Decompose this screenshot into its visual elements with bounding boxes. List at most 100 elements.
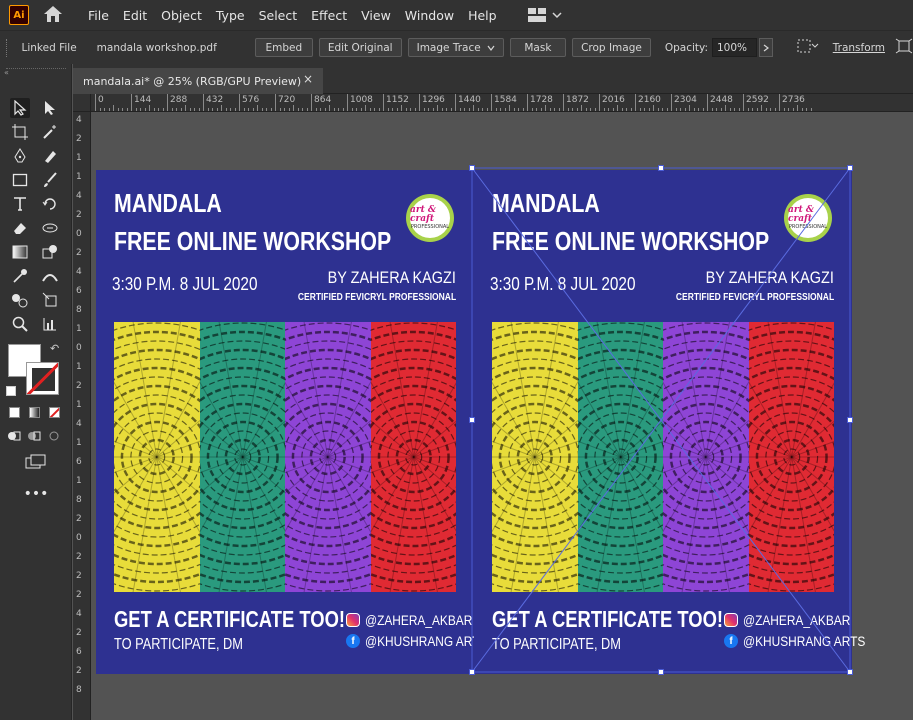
menu-window[interactable]: Window: [398, 8, 461, 23]
resize-handle-top-left[interactable]: [469, 165, 475, 171]
default-colors-icon[interactable]: [6, 386, 16, 396]
swap-fill-stroke-icon[interactable]: ↶: [50, 342, 59, 355]
menu-effect[interactable]: Effect: [304, 8, 354, 23]
slice-icon[interactable]: [40, 290, 60, 310]
eyedropper-icon[interactable]: [10, 266, 30, 286]
ruler-h-tick: [270, 108, 272, 111]
ruler-v-label: 6: [76, 457, 82, 467]
ruler-v-label: 0: [76, 343, 82, 353]
close-icon[interactable]: ×: [303, 72, 313, 86]
linked-file-name[interactable]: mandala workshop.pdf: [89, 42, 225, 54]
resize-handle-bottom[interactable]: [658, 669, 664, 675]
opacity-input[interactable]: 100%: [712, 38, 758, 57]
menu-view[interactable]: View: [354, 8, 398, 23]
width-tool-icon[interactable]: [40, 218, 60, 238]
curvature-icon[interactable]: [40, 146, 60, 166]
paintbrush-icon[interactable]: [40, 170, 60, 190]
image-trace-button[interactable]: Image Trace: [407, 38, 504, 57]
direct-selection-icon[interactable]: [40, 98, 60, 118]
draw-inside-icon[interactable]: [46, 428, 62, 444]
resize-handle-bottom-left[interactable]: [469, 669, 475, 675]
ruler-v-label: 1: [76, 172, 82, 182]
ruler-h-tick: [333, 108, 335, 111]
gradient-icon[interactable]: [10, 242, 30, 262]
art-craft-badge-logo: art & craft PROFESSIONAL: [406, 194, 454, 242]
vertical-ruler[interactable]: 4211420246810121416182022242628: [73, 112, 91, 720]
gradient-mode-icon[interactable]: [26, 404, 42, 420]
ruler-h-tick: [311, 94, 312, 111]
menu-object[interactable]: Object: [154, 8, 209, 23]
draw-normal-icon[interactable]: [6, 428, 22, 444]
ruler-h-tick: [113, 105, 114, 111]
resize-handle-top[interactable]: [658, 165, 664, 171]
none-mode-icon[interactable]: [46, 404, 62, 420]
collapse-icon[interactable]: «: [4, 68, 9, 77]
ruler-h-tick: [558, 108, 560, 111]
ruler-h-label: 1008: [350, 95, 373, 105]
ruler-h-tick: [446, 108, 447, 111]
draw-behind-icon[interactable]: [26, 428, 42, 444]
blend-icon[interactable]: [40, 266, 60, 286]
ruler-v-label: 4: [76, 419, 82, 429]
embed-button[interactable]: Embed: [254, 38, 313, 57]
control-bar-grip[interactable]: [6, 38, 10, 57]
rotate-tool-icon[interactable]: [40, 194, 60, 214]
workspace-switcher[interactable]: [527, 8, 562, 22]
mask-button[interactable]: Mask: [509, 38, 567, 57]
artboard-tool-icon[interactable]: [10, 122, 30, 142]
resize-handle-top-right[interactable]: [847, 165, 853, 171]
magic-wand-icon[interactable]: [40, 122, 60, 142]
home-icon[interactable]: [43, 5, 63, 26]
fill-stroke-icon[interactable]: ↶: [6, 342, 64, 400]
ruler-h-tick: [810, 108, 812, 111]
menu-type[interactable]: Type: [209, 8, 252, 23]
resize-handle-right[interactable]: [847, 417, 853, 423]
rectangle-tool-icon[interactable]: [10, 170, 30, 190]
more-tools-icon[interactable]: •••: [24, 484, 49, 504]
type-tool-icon[interactable]: [10, 194, 30, 214]
edit-original-button[interactable]: Edit Original: [318, 38, 402, 57]
tab-document[interactable]: mandala.ai* @ 25% (RGB/GPU Preview) ×: [73, 68, 323, 94]
color-mode-icon[interactable]: [6, 404, 22, 420]
mandala-strip-purple: [663, 322, 749, 592]
document-tab-bar: mandala.ai* @ 25% (RGB/GPU Preview) ×: [73, 64, 913, 94]
align-options-icon[interactable]: [797, 39, 819, 56]
zoom-icon[interactable]: [10, 314, 30, 334]
ruler-v-label: 4: [76, 609, 82, 619]
ruler-h-tick: [383, 94, 384, 111]
ruler-h-tick: [266, 108, 267, 111]
canvas[interactable]: MANDALA FREE ONLINE WORKSHOP art & craft…: [91, 112, 913, 720]
pen-tool-icon[interactable]: [10, 146, 30, 166]
tools-panel-grip[interactable]: [6, 68, 66, 72]
ruler-h-tick: [221, 105, 222, 111]
eraser-icon[interactable]: [10, 218, 30, 238]
resize-handle-bottom-right[interactable]: [847, 669, 853, 675]
ruler-h-tick: [783, 108, 785, 111]
ruler-origin[interactable]: [73, 94, 91, 112]
shape-builder-icon[interactable]: [40, 242, 60, 262]
opacity-arrow-button[interactable]: [759, 38, 773, 57]
screen-mode-icon[interactable]: [24, 452, 48, 472]
menu-edit[interactable]: Edit: [116, 8, 154, 23]
ruler-h-tick: [207, 108, 209, 111]
selection-tool-icon[interactable]: [10, 98, 30, 118]
placed-image-poster[interactable]: MANDALA FREE ONLINE WORKSHOP art & craft…: [474, 170, 865, 674]
resize-handle-left[interactable]: [469, 417, 475, 423]
ruler-v-label: 1: [76, 476, 82, 486]
symbol-sprayer-icon[interactable]: [10, 290, 30, 310]
ruler-h-tick: [369, 108, 371, 111]
horizontal-ruler[interactable]: 0 144 288 432 576 720 864 1008 1152 1296 1440 1584 1…: [91, 94, 913, 112]
linked-file-label[interactable]: Linked File: [14, 42, 85, 54]
graph-icon[interactable]: [40, 314, 60, 334]
transform-link[interactable]: Transform: [825, 42, 893, 54]
menu-help[interactable]: Help: [461, 8, 504, 23]
instagram-handle-text: @ZAHERA_AKBAR: [743, 612, 851, 628]
poster-artwork[interactable]: MANDALA FREE ONLINE WORKSHOP art & craft…: [96, 170, 487, 674]
crop-image-button[interactable]: Crop Image: [572, 38, 651, 57]
menu-file[interactable]: File: [81, 8, 116, 23]
poster-author: BY ZAHERA KAGZI: [327, 268, 456, 287]
ruler-h-tick: [320, 108, 321, 111]
menu-select[interactable]: Select: [252, 8, 305, 23]
transform-options-icon[interactable]: [895, 38, 913, 57]
ruler-h-tick: [261, 108, 263, 111]
